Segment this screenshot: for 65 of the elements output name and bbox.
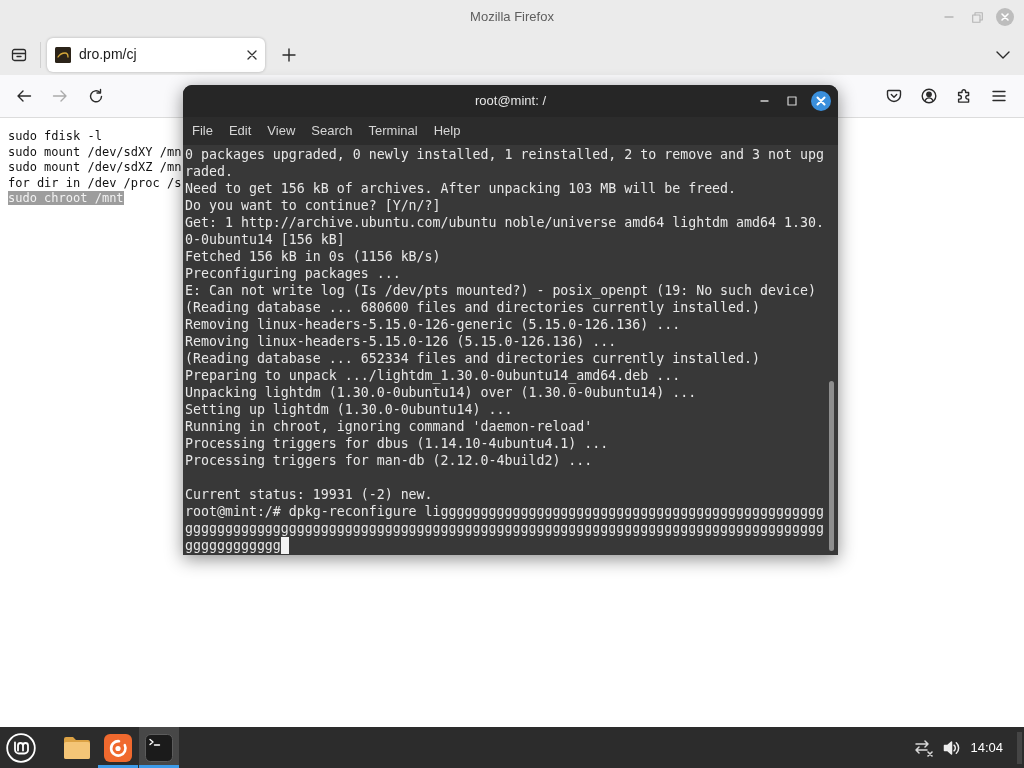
close-icon [247,49,257,60]
close-icon [811,91,831,111]
terminal-line: Removing linux-headers-5.15.0-126 (5.15.0-126.136) ... [185,333,617,350]
terminal-line: 0 packages upgraded, 0 newly installed, 1 reinstalled, 2 to remove and 3 not upg [185,146,824,163]
window-title: Mozilla Firefox [470,8,554,27]
close-icon [996,8,1014,26]
arrow-left-icon [16,88,32,104]
terminal-line: (Reading database ... 680600 files and directories currently installed.) [185,299,761,316]
clock: 14:04 [970,738,1003,757]
terminal-line: Get: 1 http://archive.ubuntu.com/ubuntu noble/universe amd64 lightdm amd64 1.30. [185,214,824,231]
ring-icon [104,733,132,762]
terminal-line: Do you want to continue? [Y/n/?] [185,197,441,214]
puzzle-icon [956,88,972,104]
terminal-line: Setting up lightdm (1.30.0-0ubuntu14) ... [185,401,513,418]
minimize-icon [759,100,769,102]
browser-tab[interactable]: dro.pm/cj [47,37,265,72]
menu-item[interactable]: Help [429,121,465,141]
menu-item[interactable]: Terminal [364,121,422,141]
terminal-line: gggggggggggg [185,537,281,554]
terminal-icon [145,733,173,762]
menu-item[interactable]: View [263,121,300,141]
menu-item[interactable]: Edit [224,121,256,141]
favicon-icon [55,46,71,63]
chevron-down-icon [996,50,1010,59]
network-disconnected-icon [915,738,934,757]
speaker-icon [942,739,960,756]
terminal-line: Preconfiguring packages ... [185,265,401,282]
terminal-line: gggggggggggggggggggggggggggggggggggggggggggggggggggggggggggggggggggggggggggggggg [185,520,824,537]
terminal-line: Need to get 156 kB of archives. After unpacking 103 MB will be freed. [185,180,737,197]
block-cursor-icon [280,537,289,554]
terminal-line: raded. [185,163,233,180]
scrollbar-thumb[interactable] [829,381,834,551]
code-line: sudo fdisk -l [8,129,102,143]
code-line: sudo mount /dev/sdXZ /mn [8,160,182,174]
terminal-line: Processing triggers for man-db (2.12.0-4build2) ... [185,452,593,469]
reload-icon [88,88,104,104]
shield-icon [886,88,902,104]
window-title: root@mint: / [475,92,546,111]
terminal-line: 0-0ubuntu14 [156 kB] [185,231,345,248]
plus-icon [282,47,296,62]
terminal-line: Fetched 156 kB in 0s (1156 kB/s) [185,248,441,265]
terminal-line: Preparing to unpack .../lightdm_1.30.0-0ubuntu14_amd64.deb ... [185,367,681,384]
restore-icon [971,11,983,23]
terminal-button[interactable] [139,727,179,768]
terminal-line: Unpacking lightdm (1.30.0-0ubuntu14) over (1.30.0-0ubuntu14) ... [185,384,697,401]
terminal-line: (Reading database ... 652334 files and directories currently installed.) [185,350,761,367]
tab-title: dro.pm/cj [79,45,138,64]
terminal-line: root@mint:/# dpkg-reconfigure ligggggggggggggggggggggggggggggggggggggggggggggggg [185,503,824,520]
close-button[interactable] [811,91,831,111]
maximize-icon [787,96,797,106]
code-line: sudo mount /dev/sdXY /mn [8,144,182,159]
arrow-right-icon [52,88,68,104]
terminal-line: Running in chroot, ignoring command 'daemon-reload' [185,418,593,435]
terminal-line: Removing linux-headers-5.15.0-126-generic (5.15.0-126.136) ... [185,316,681,333]
minimize-icon [944,16,954,18]
terminal-line: E: Can not write log (Is /dev/pts mounted?) - posix_openpt (19: No such device) [185,282,816,299]
tray-icon [11,46,27,63]
terminal-line: Current status: 19931 (-2) new. [185,486,433,503]
code-line: for dir in /dev /proc /s [8,175,182,190]
menu-icon [991,88,1007,104]
menu-item[interactable]: File [188,121,217,141]
logo-icon [6,732,36,763]
terminal-line: Processing triggers for dbus (1.14.10-4ubuntu4.1) ... [185,435,609,452]
user-circle-icon [921,88,937,104]
menu-item[interactable]: Search [307,121,357,141]
